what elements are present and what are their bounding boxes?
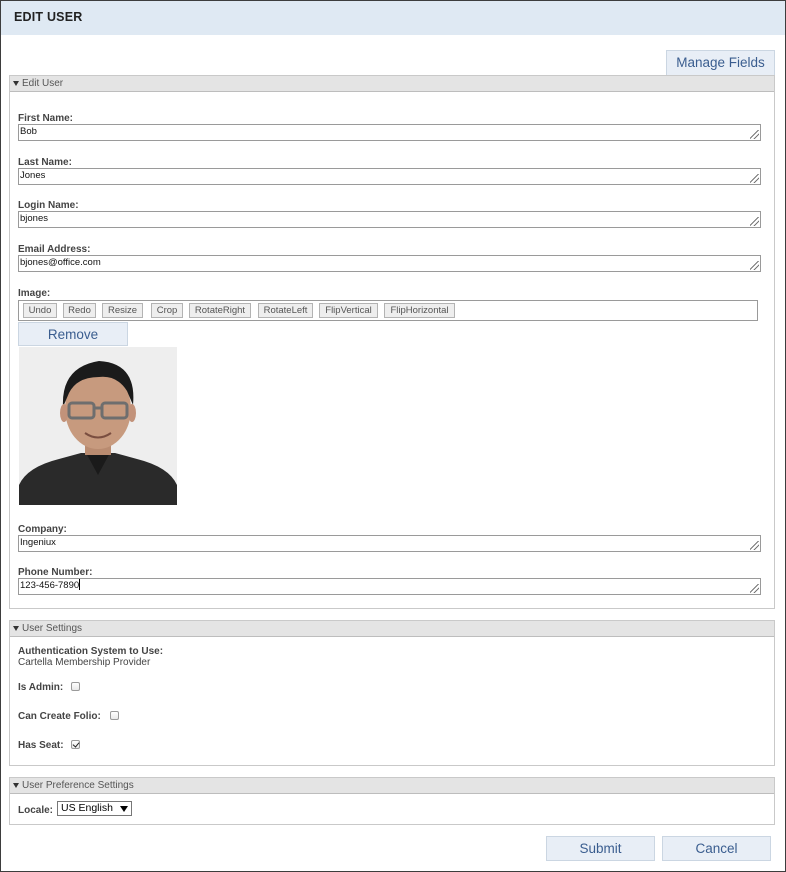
phone-field[interactable]: 123-456-7890 [18, 578, 761, 595]
resize-grip-icon[interactable] [750, 584, 759, 593]
preferences-section-label: User Preference Settings [22, 780, 134, 791]
first-name-field[interactable]: Bob [18, 124, 761, 141]
locale-value: US English [61, 802, 113, 814]
remove-image-button[interactable]: Remove [18, 322, 128, 346]
image-label: Image: [18, 288, 51, 299]
manage-fields-button[interactable]: Manage Fields [666, 50, 775, 75]
company-field[interactable]: Ingeniux [18, 535, 761, 552]
email-label: Email Address: [18, 244, 91, 255]
edit-user-panel: Edit User First Name: Bob Last Name: Jon… [9, 75, 775, 609]
rotate-left-button[interactable]: RotateLeft [258, 303, 313, 318]
login-name-value: bjones [20, 213, 48, 224]
last-name-field[interactable]: Jones [18, 168, 761, 185]
image-editor-toolbar: Undo Redo Resize Crop RotateRight Rotate… [18, 300, 758, 321]
can-create-folio-checkbox[interactable] [110, 711, 119, 720]
cancel-button[interactable]: Cancel [662, 836, 771, 861]
text-caret [79, 579, 81, 590]
locale-select[interactable]: US English [57, 801, 132, 816]
first-name-label: First Name: [18, 113, 74, 124]
auth-system-label: Authentication System to Use: [18, 646, 164, 657]
user-settings-section-label: User Settings [22, 623, 83, 634]
company-label: Company: [18, 524, 67, 535]
resize-grip-icon[interactable] [750, 217, 759, 226]
collapse-triangle-icon [13, 626, 19, 631]
locale-label: Locale: [18, 805, 54, 816]
page-title: EDIT USER [1, 1, 785, 35]
email-value: bjones@office.com [20, 257, 101, 268]
undo-button[interactable]: Undo [23, 303, 57, 318]
phone-value: 123-456-7890 [20, 580, 80, 591]
resize-button[interactable]: Resize [102, 303, 143, 318]
preferences-section-header[interactable]: User Preference Settings [10, 778, 774, 794]
user-preference-panel: User Preference Settings Locale: US Engl… [9, 777, 775, 825]
email-field[interactable]: bjones@office.com [18, 255, 761, 272]
resize-grip-icon[interactable] [750, 130, 759, 139]
rotate-right-button[interactable]: RotateRight [189, 303, 251, 318]
first-name-value: Bob [20, 126, 37, 137]
resize-grip-icon[interactable] [750, 174, 759, 183]
crop-button[interactable]: Crop [151, 303, 183, 318]
collapse-triangle-icon [13, 81, 19, 86]
edit-user-section-label: Edit User [22, 78, 64, 89]
flip-horizontal-button[interactable]: FlipHorizontal [384, 303, 455, 318]
can-create-folio-label: Can Create Folio: [18, 711, 101, 722]
last-name-value: Jones [20, 170, 46, 181]
has-seat-checkbox[interactable] [71, 740, 80, 749]
last-name-label: Last Name: [18, 157, 72, 168]
flip-vertical-button[interactable]: FlipVertical [319, 303, 378, 318]
collapse-triangle-icon [13, 783, 19, 788]
edit-user-section-header[interactable]: Edit User [10, 76, 774, 92]
user-settings-panel: User Settings Authentication System to U… [9, 620, 775, 766]
dropdown-arrow-icon [120, 806, 128, 812]
auth-system-value: Cartella Membership Provider [18, 657, 151, 668]
has-seat-label: Has Seat: [18, 740, 64, 751]
user-photo [19, 347, 177, 505]
login-name-field[interactable]: bjones [18, 211, 761, 228]
phone-label: Phone Number: [18, 567, 93, 578]
redo-button[interactable]: Redo [63, 303, 96, 318]
is-admin-label: Is Admin: [18, 682, 64, 693]
is-admin-checkbox[interactable] [71, 682, 80, 691]
user-settings-section-header[interactable]: User Settings [10, 621, 774, 637]
submit-button[interactable]: Submit [546, 836, 655, 861]
company-value: Ingeniux [20, 537, 56, 548]
resize-grip-icon[interactable] [750, 541, 759, 550]
resize-grip-icon[interactable] [750, 261, 759, 270]
login-name-label: Login Name: [18, 200, 79, 211]
